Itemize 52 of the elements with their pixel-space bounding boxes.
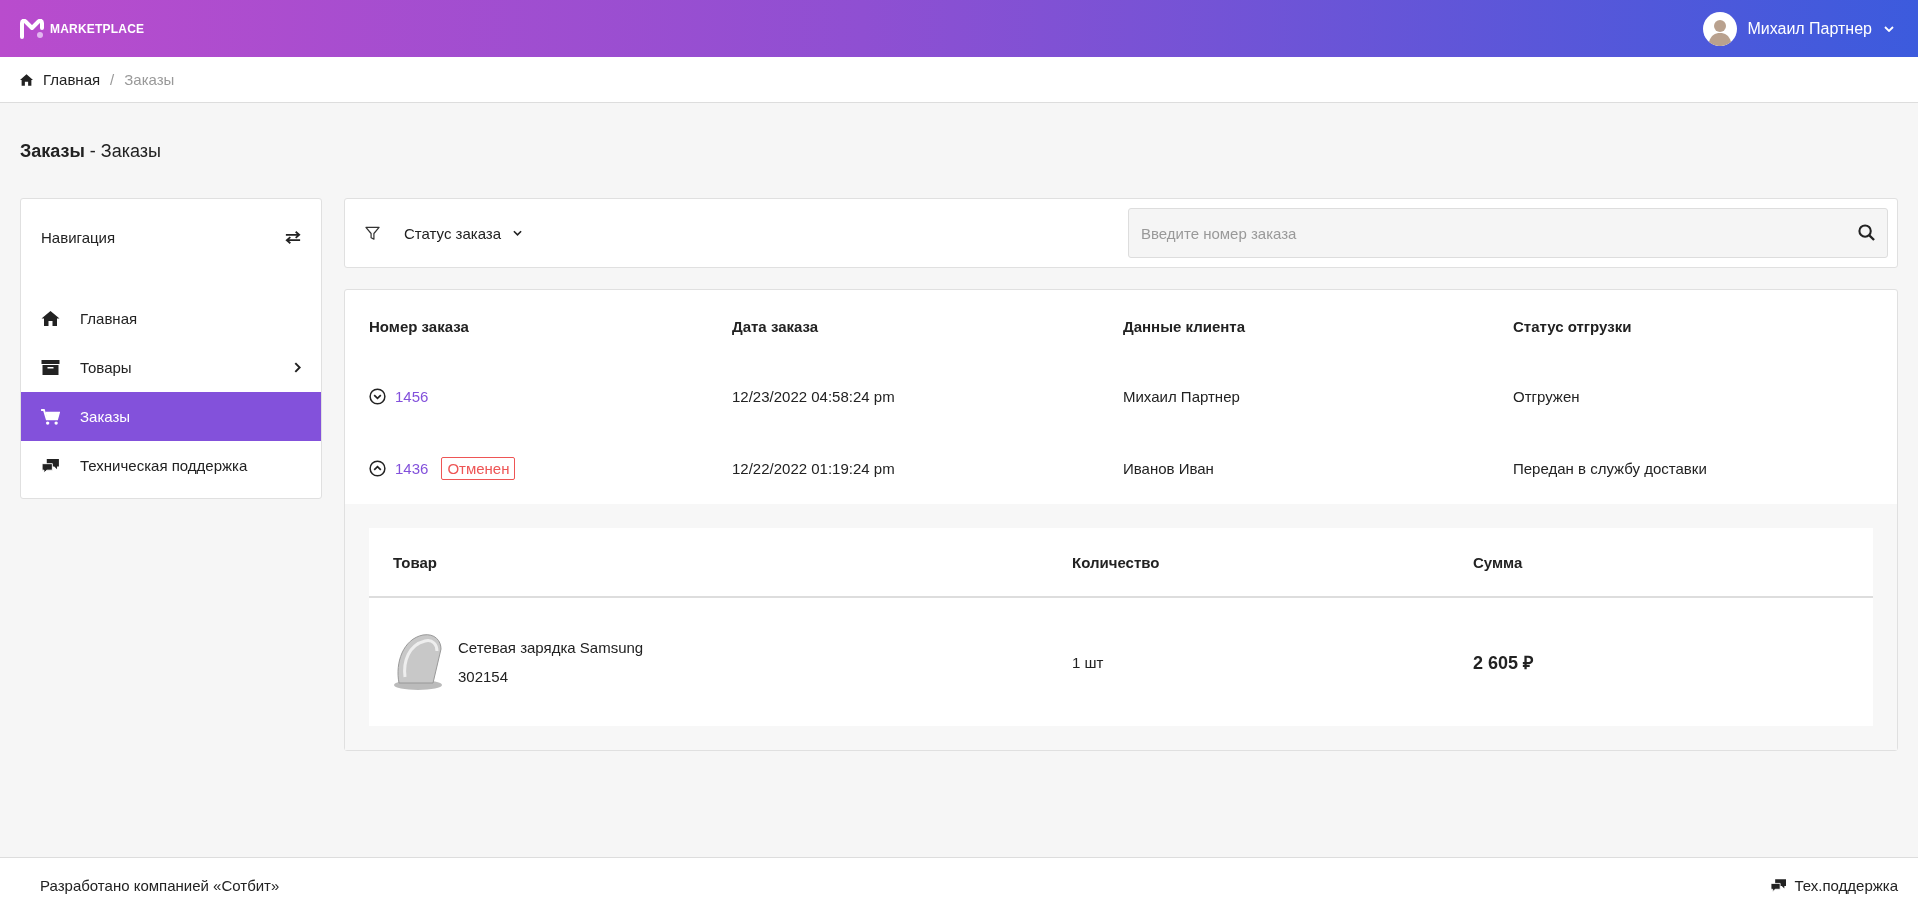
column-header: Товар	[393, 553, 438, 571]
order-number-link[interactable]: 1436	[395, 459, 429, 477]
logo-icon[interactable]	[20, 18, 44, 39]
table-cell-text: Иванов Иван	[1123, 459, 1215, 477]
box-icon	[41, 360, 60, 375]
filter-icon[interactable]	[365, 225, 380, 241]
column-header: Сумма	[1473, 553, 1524, 571]
column-header: Статус отгрузки	[1513, 317, 1633, 335]
swap-arrows-icon[interactable]	[285, 231, 301, 244]
support-link[interactable]: Тех.поддержка	[1771, 877, 1898, 894]
status-dropdown[interactable]: Статус заказа	[404, 224, 523, 242]
breadcrumb-current: Заказы	[124, 71, 175, 88]
order-number-link[interactable]: 1456	[395, 387, 429, 405]
status-badge: Отменен	[441, 456, 516, 480]
column-header: Данные клиента	[1123, 317, 1246, 335]
chevron-down-icon	[513, 230, 523, 236]
product-name: Сетевая зарядка Samsung	[458, 639, 644, 656]
chevron-down-icon	[1884, 25, 1894, 32]
nav-item[interactable]: Техническая поддержка	[21, 441, 321, 490]
product-image-drawing	[393, 633, 443, 691]
chevron-right-icon	[294, 362, 301, 373]
table-cell-text: 12/23/2022 04:58:24 pm	[732, 387, 896, 405]
navigation-title: Навигация	[41, 229, 116, 246]
home-icon	[20, 73, 33, 86]
table-cell-text: Передан в службу доставки	[1513, 459, 1708, 477]
search-field[interactable]: Введите номер заказа	[1128, 208, 1888, 258]
table-cell-text: Отгружен	[1513, 387, 1581, 405]
cart-icon	[41, 408, 60, 425]
table-cell-text: Михаил Партнер	[1123, 387, 1241, 405]
avatar-icon	[1703, 11, 1738, 46]
column-header: Номер заказа	[369, 317, 470, 335]
nav-item[interactable]: Заказы	[21, 392, 321, 441]
user-menu[interactable]: Михаил Партнер	[1703, 11, 1894, 46]
column-header: Дата заказа	[732, 317, 820, 335]
expand-toggle-icon[interactable]	[369, 387, 386, 405]
footer-credit: Разработано компанией «Сотбит»	[40, 877, 280, 894]
nav-item[interactable]: Товары	[21, 343, 321, 392]
page-title: Заказы - Заказы	[20, 141, 162, 162]
breadcrumb-separator: /	[110, 71, 115, 88]
sum-cell-text: 2 605 ₽	[1473, 652, 1535, 674]
home-icon	[41, 311, 60, 326]
logo-text[interactable]: MARKETPLACE	[50, 21, 145, 36]
chat-bubbles-icon	[41, 458, 60, 473]
breadcrumb-link[interactable]: Главная	[43, 71, 101, 88]
quantity-cell-text: 1 шт	[1072, 653, 1105, 671]
chat-bubbles-icon	[1771, 879, 1787, 892]
search-icon[interactable]	[1858, 224, 1875, 241]
table-cell-text: 12/22/2022 01:19:24 pm	[732, 459, 896, 477]
nav-item[interactable]: Главная	[21, 294, 321, 343]
expand-toggle-icon[interactable]	[369, 459, 386, 477]
column-header: Количество	[1072, 553, 1161, 571]
product-sku: 302154	[458, 668, 510, 685]
